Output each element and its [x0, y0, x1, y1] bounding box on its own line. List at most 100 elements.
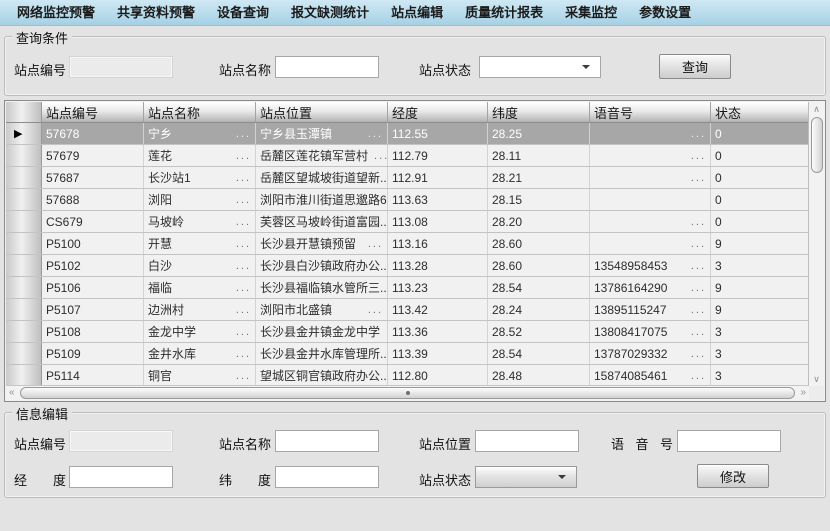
- cell-station-position[interactable]: 长沙县开慧镇预留...: [256, 233, 388, 254]
- column-header[interactable]: 状态: [711, 102, 809, 122]
- cell-voice-number[interactable]: ...: [590, 145, 711, 166]
- ellipsis-button[interactable]: ...: [685, 348, 706, 360]
- ellipsis-button[interactable]: ...: [230, 172, 251, 184]
- row-selector-cell[interactable]: [6, 365, 42, 386]
- table-row[interactable]: P5107边洲村...浏阳市北盛镇...113.4228.24138951152…: [6, 299, 809, 321]
- row-selector-cell[interactable]: [6, 255, 42, 276]
- cell-voice-number[interactable]: ...: [590, 233, 711, 254]
- cell-longitude[interactable]: 113.28: [388, 255, 488, 276]
- query-station-status-select[interactable]: [479, 56, 601, 78]
- ellipsis-button[interactable]: ...: [685, 128, 706, 140]
- menu-item[interactable]: 质量统计报表: [454, 0, 554, 25]
- cell-voice-number[interactable]: [590, 189, 711, 210]
- ellipsis-button[interactable]: ...: [230, 260, 251, 272]
- cell-station-position[interactable]: 长沙县福临镇水管所三...: [256, 277, 388, 298]
- cell-status[interactable]: 0: [711, 167, 809, 188]
- table-row[interactable]: 57688浏阳...浏阳市淮川街道思邈路6...113.6328.150: [6, 189, 809, 211]
- cell-latitude[interactable]: 28.11: [488, 145, 590, 166]
- menu-item[interactable]: 采集监控: [554, 0, 628, 25]
- cell-latitude[interactable]: 28.15: [488, 189, 590, 210]
- menu-item[interactable]: 报文缺测统计: [280, 0, 380, 25]
- cell-station-id[interactable]: 57678: [42, 123, 144, 144]
- cell-longitude[interactable]: 112.79: [388, 145, 488, 166]
- cell-voice-number[interactable]: ...: [590, 123, 711, 144]
- cell-station-position[interactable]: 长沙县白沙镇政府办公...: [256, 255, 388, 276]
- cell-status[interactable]: 3: [711, 321, 809, 342]
- column-header[interactable]: 经度: [388, 102, 488, 122]
- menu-item[interactable]: 站点编辑: [380, 0, 454, 25]
- cell-latitude[interactable]: 28.54: [488, 277, 590, 298]
- cell-station-position[interactable]: 望城区铜官镇政府办公...: [256, 365, 388, 386]
- cell-status[interactable]: 0: [711, 145, 809, 166]
- query-button[interactable]: 查询: [659, 54, 731, 79]
- cell-station-id[interactable]: P5109: [42, 343, 144, 364]
- cell-latitude[interactable]: 28.25: [488, 123, 590, 144]
- cell-voice-number[interactable]: 13787029332...: [590, 343, 711, 364]
- ellipsis-button[interactable]: ...: [230, 326, 251, 338]
- cell-status[interactable]: 3: [711, 343, 809, 364]
- cell-latitude[interactable]: 28.48: [488, 365, 590, 386]
- row-selector-cell[interactable]: ▶: [6, 123, 42, 144]
- menu-item[interactable]: 设备查询: [206, 0, 280, 25]
- row-selector-cell[interactable]: [6, 145, 42, 166]
- cell-longitude[interactable]: 112.91: [388, 167, 488, 188]
- cell-station-position[interactable]: 浏阳市北盛镇...: [256, 299, 388, 320]
- cell-status[interactable]: 0: [711, 189, 809, 210]
- cell-station-id[interactable]: P5107: [42, 299, 144, 320]
- cell-longitude[interactable]: 113.42: [388, 299, 488, 320]
- ellipsis-button[interactable]: ...: [380, 326, 388, 338]
- ellipsis-button[interactable]: ...: [230, 216, 251, 228]
- cell-station-id[interactable]: P5108: [42, 321, 144, 342]
- column-header[interactable]: 纬度: [488, 102, 590, 122]
- cell-station-position[interactable]: 芙蓉区马坡岭街道富园...: [256, 211, 388, 232]
- edit-station-status-select[interactable]: [475, 466, 577, 488]
- table-row[interactable]: ▶57678宁乡...宁乡县玉潭镇...112.5528.25...0: [6, 123, 809, 145]
- row-selector-header[interactable]: [6, 102, 42, 122]
- ellipsis-button[interactable]: ...: [362, 238, 383, 250]
- column-header[interactable]: 站点位置: [256, 102, 388, 122]
- cell-longitude[interactable]: 113.08: [388, 211, 488, 232]
- ellipsis-button[interactable]: ...: [230, 194, 251, 206]
- cell-station-id[interactable]: CS679: [42, 211, 144, 232]
- scroll-down-icon[interactable]: ∨: [809, 373, 824, 385]
- cell-station-position[interactable]: 浏阳市淮川街道思邈路6...: [256, 189, 388, 210]
- cell-status[interactable]: 3: [711, 365, 809, 386]
- ellipsis-button[interactable]: ...: [230, 370, 251, 382]
- ellipsis-button[interactable]: ...: [685, 304, 706, 316]
- column-header[interactable]: 站点名称: [144, 102, 256, 122]
- cell-station-id[interactable]: 57679: [42, 145, 144, 166]
- cell-station-name[interactable]: 长沙站1...: [144, 167, 256, 188]
- cell-station-name[interactable]: 莲花...: [144, 145, 256, 166]
- ellipsis-button[interactable]: ...: [685, 282, 706, 294]
- query-station-id-input[interactable]: [69, 56, 173, 78]
- cell-station-name[interactable]: 马坡岭...: [144, 211, 256, 232]
- row-selector-cell[interactable]: [6, 321, 42, 342]
- ellipsis-button[interactable]: ...: [685, 150, 706, 162]
- ellipsis-button[interactable]: ...: [362, 128, 383, 140]
- horizontal-scrollbar[interactable]: « »: [6, 385, 809, 400]
- row-selector-cell[interactable]: [6, 211, 42, 232]
- cell-station-name[interactable]: 金龙中学...: [144, 321, 256, 342]
- table-row[interactable]: CS679马坡岭...芙蓉区马坡岭街道富园...113.0828.20...0: [6, 211, 809, 233]
- edit-station-name-input[interactable]: [275, 430, 379, 452]
- ellipsis-button[interactable]: ...: [230, 282, 251, 294]
- row-selector-cell[interactable]: [6, 233, 42, 254]
- ellipsis-button[interactable]: ...: [685, 172, 706, 184]
- cell-station-name[interactable]: 边洲村...: [144, 299, 256, 320]
- edit-station-position-input[interactable]: [475, 430, 579, 452]
- cell-voice-number[interactable]: ...: [590, 211, 711, 232]
- column-header[interactable]: 语音号: [590, 102, 711, 122]
- scroll-right-icon[interactable]: »: [800, 386, 806, 399]
- cell-station-id[interactable]: P5102: [42, 255, 144, 276]
- cell-station-name[interactable]: 白沙...: [144, 255, 256, 276]
- edit-station-id-input[interactable]: [69, 430, 173, 452]
- cell-latitude[interactable]: 28.54: [488, 343, 590, 364]
- cell-station-id[interactable]: 57688: [42, 189, 144, 210]
- cell-station-name[interactable]: 福临...: [144, 277, 256, 298]
- cell-status[interactable]: 9: [711, 299, 809, 320]
- cell-status[interactable]: 9: [711, 233, 809, 254]
- cell-latitude[interactable]: 28.20: [488, 211, 590, 232]
- cell-status[interactable]: 0: [711, 211, 809, 232]
- ellipsis-button[interactable]: ...: [685, 370, 706, 382]
- menu-item[interactable]: 参数设置: [628, 0, 702, 25]
